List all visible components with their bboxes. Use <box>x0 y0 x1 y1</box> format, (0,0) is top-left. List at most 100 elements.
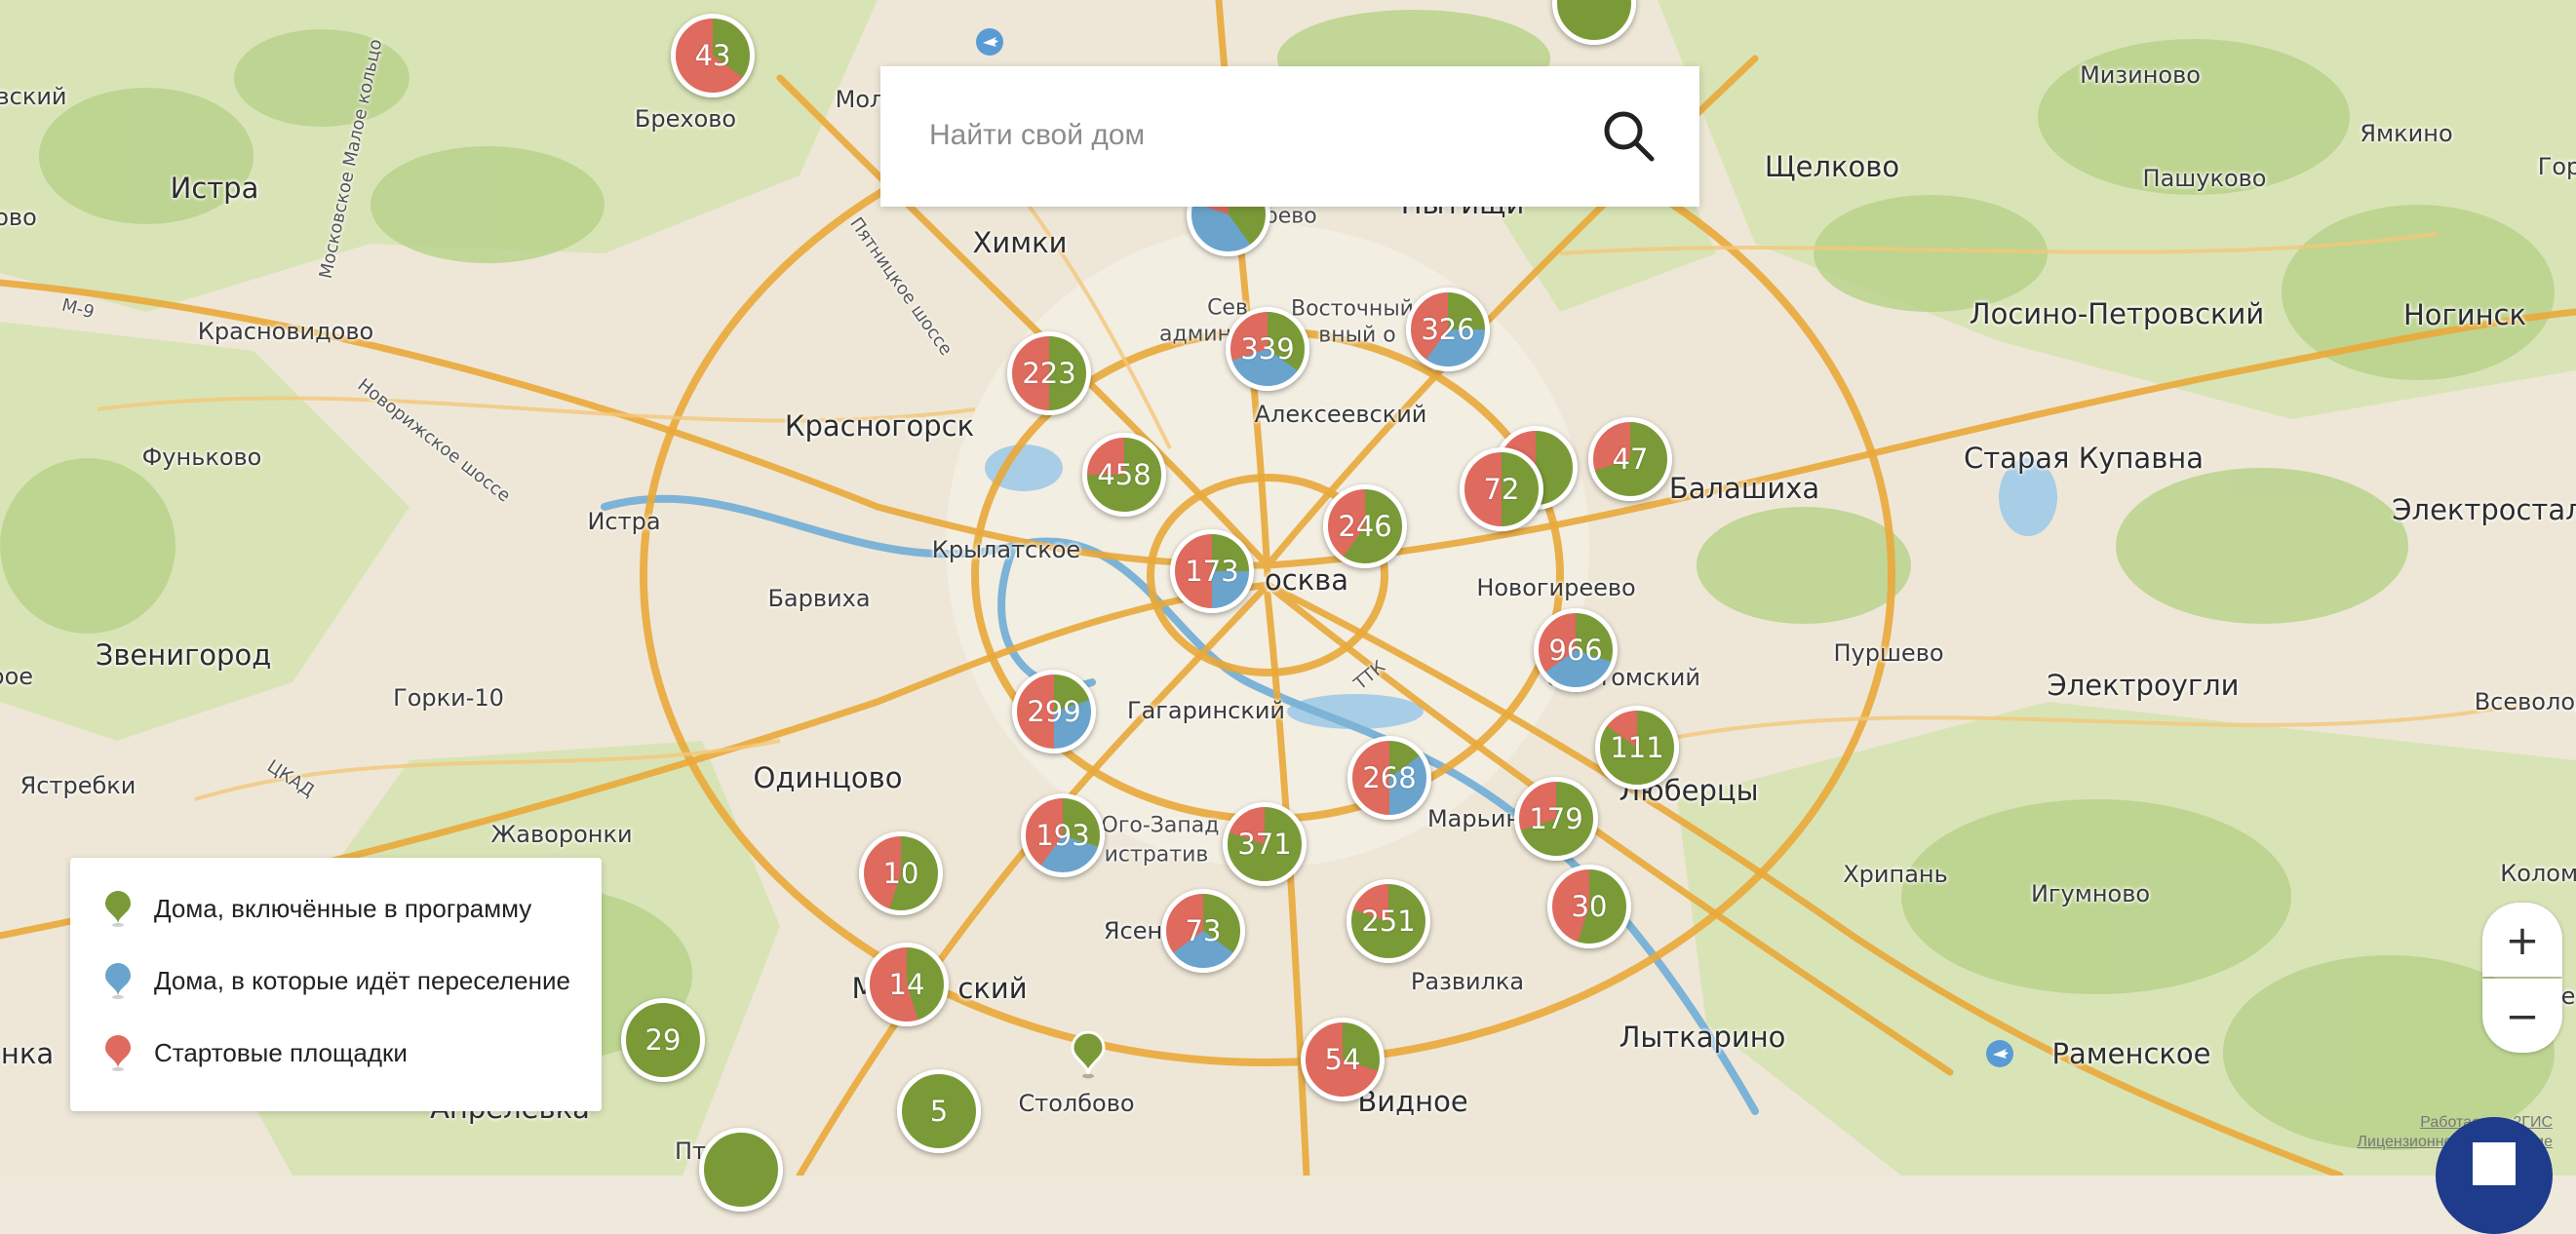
place-label: ово <box>0 204 37 231</box>
cluster-marker[interactable]: 193 <box>1021 793 1105 877</box>
airport-icon <box>1986 1040 2013 1067</box>
cluster-marker[interactable]: 458 <box>1082 433 1166 517</box>
cluster-marker[interactable]: 179 <box>1514 777 1598 861</box>
place-label: вный о <box>1318 323 1396 348</box>
search-input[interactable] <box>927 105 1555 166</box>
place-label: Хрипань <box>1843 861 1948 888</box>
cluster-count: 246 <box>1338 510 1392 543</box>
cluster-marker[interactable]: 246 <box>1323 484 1407 568</box>
cluster-marker[interactable]: 29 <box>621 998 705 1082</box>
cluster-count: 268 <box>1362 761 1417 794</box>
place-label: Красновидово <box>197 318 374 345</box>
cluster-marker[interactable]: 14 <box>865 943 949 1026</box>
search-icon[interactable] <box>1598 105 1660 168</box>
legend-item-relocation: Дома, в которые идёт переселение <box>101 961 570 1000</box>
legend-label-included: Дома, включённые в программу <box>154 893 532 923</box>
legend-item-included: Дома, включённые в программу <box>101 889 531 928</box>
place-label: Пашуково <box>2142 165 2267 192</box>
cluster-count: 111 <box>1610 731 1664 764</box>
legend-item-starting-sites: Стартовые площадки <box>101 1033 408 1072</box>
cluster-marker[interactable]: 111 <box>1595 706 1679 790</box>
zoom-out-button[interactable]: − <box>2482 979 2562 1053</box>
cluster-marker[interactable]: 43 <box>671 14 755 97</box>
corner-action-button[interactable] <box>2436 1117 2553 1234</box>
place-label: осква <box>1264 563 1349 597</box>
place-label: вский <box>0 83 67 110</box>
place-label: Развилка <box>1410 968 1525 995</box>
cluster-marker[interactable]: 326 <box>1406 288 1490 371</box>
place-label: Ясен <box>1103 917 1163 945</box>
cluster-marker[interactable]: 10 <box>859 831 943 915</box>
place-label: Раменское <box>2051 1037 2211 1070</box>
cluster-marker[interactable]: 966 <box>1534 608 1618 692</box>
cluster-marker[interactable]: 223 <box>1007 331 1091 415</box>
place-label: оое <box>0 663 34 690</box>
cluster-count: 223 <box>1022 357 1076 390</box>
place-label: Мизиново <box>2080 61 2201 89</box>
cluster-marker[interactable]: 339 <box>1226 307 1309 391</box>
place-label: Марьин <box>1426 805 1522 832</box>
cluster-marker[interactable]: 47 <box>1588 417 1672 501</box>
place-label: Жаворонки <box>490 821 633 848</box>
place-label: Пуршево <box>1833 639 1944 667</box>
place-label: Восточный <box>1291 296 1414 322</box>
cluster-marker[interactable]: 5 <box>897 1069 981 1153</box>
airport-icon <box>976 28 1003 56</box>
cluster-count: 966 <box>1548 634 1603 667</box>
cluster-count: 299 <box>1027 695 1081 728</box>
cluster-marker[interactable]: 299 <box>1012 670 1096 753</box>
place-label: Гагаринский <box>1126 697 1286 724</box>
place-label: Старая Купавна <box>1963 442 2205 475</box>
cluster-marker[interactable]: 173 <box>1170 529 1254 613</box>
cluster-marker[interactable] <box>699 1128 783 1212</box>
place-label: Ногинск <box>2402 298 2527 331</box>
legend-label-relocation: Дома, в которые идёт переселение <box>154 965 570 995</box>
place-label: Гор <box>2537 153 2576 180</box>
place-label: нка <box>0 1037 55 1070</box>
cluster-marker[interactable]: 30 <box>1547 865 1631 948</box>
place-label: Брехово <box>634 105 737 133</box>
map-pin-green[interactable] <box>1069 1031 1108 1080</box>
place-label: Крылатское <box>931 536 1081 563</box>
place-label: Всеволодо <box>2474 688 2576 715</box>
cluster-count: 173 <box>1185 555 1239 588</box>
place-label: Балашиха <box>1668 472 1820 505</box>
place-label: Ястребки <box>20 772 137 799</box>
cluster-count: 30 <box>1571 890 1608 923</box>
place-label: Лосино-Петровский <box>1969 297 2265 330</box>
place-label: Ямкино <box>2360 120 2453 147</box>
place-label: Коломн <box>2500 860 2576 887</box>
cluster-marker[interactable]: 371 <box>1223 802 1307 886</box>
cluster-count: 72 <box>1483 473 1520 506</box>
place-label: истратив <box>1104 842 1209 868</box>
place-label: Новогиреево <box>1476 574 1636 601</box>
place-label: Истра <box>587 508 661 535</box>
place-label: Истра <box>170 172 259 205</box>
zoom-in-button[interactable]: + <box>2482 903 2562 977</box>
place-label: Алексеевский <box>1254 401 1427 428</box>
place-label: Красногорск <box>784 409 975 443</box>
blue-pin-icon <box>105 963 131 999</box>
place-label: Ого-Запад <box>1101 813 1220 838</box>
place-label: Лыткарино <box>1619 1021 1786 1054</box>
place-label: Мол <box>835 86 885 113</box>
cluster-marker[interactable]: 268 <box>1347 736 1431 820</box>
cluster-marker[interactable]: 251 <box>1347 879 1430 963</box>
place-label: Химки <box>972 226 1068 259</box>
cluster-count: 458 <box>1097 458 1151 491</box>
cluster-count: 29 <box>644 1023 682 1057</box>
place-label: Одинцово <box>753 761 903 794</box>
place-label: Электроугли <box>2047 669 2240 702</box>
red-pin-icon <box>105 1035 131 1071</box>
cluster-marker[interactable]: 54 <box>1301 1018 1385 1101</box>
place-label: Звенигород <box>95 638 272 672</box>
place-label: Горки-10 <box>393 684 504 712</box>
cluster-count: 371 <box>1237 828 1292 861</box>
place-label: Столбово <box>1018 1090 1135 1117</box>
cluster-count: 251 <box>1361 905 1416 938</box>
cluster-count: 54 <box>1324 1043 1361 1076</box>
cluster-count: 43 <box>694 39 731 72</box>
cluster-marker[interactable]: 73 <box>1161 889 1245 973</box>
cluster-marker[interactable]: 72 <box>1460 447 1543 531</box>
place-label: Видное <box>1357 1085 1468 1118</box>
